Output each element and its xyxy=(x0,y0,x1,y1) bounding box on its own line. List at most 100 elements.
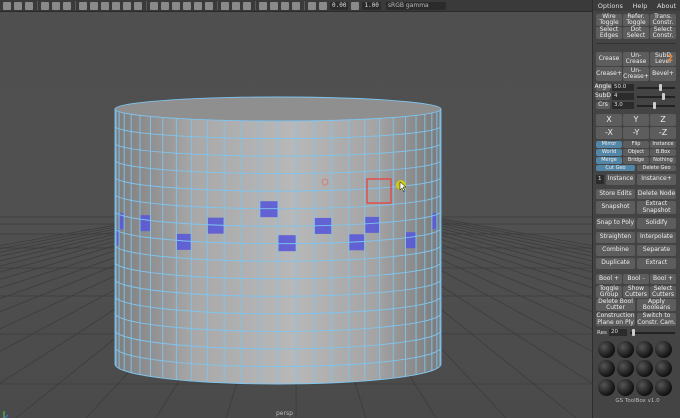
xray-icon[interactable] xyxy=(221,1,229,10)
backface-icon[interactable] xyxy=(243,1,251,10)
world-toggle[interactable]: World xyxy=(596,149,622,156)
duplicate-button[interactable]: Duplicate xyxy=(596,258,635,269)
instance-toggle[interactable]: Instance xyxy=(650,141,676,148)
axis-neg-x-button[interactable]: -X xyxy=(596,127,622,139)
axis-z-button[interactable]: Z xyxy=(650,114,676,126)
material-sphere-icon[interactable] xyxy=(617,360,634,377)
paint-tool-icon[interactable] xyxy=(25,1,33,10)
material-sphere-icon[interactable] xyxy=(598,379,615,396)
material-sphere-icon[interactable] xyxy=(617,379,634,396)
res-slider-handle[interactable] xyxy=(632,329,635,336)
select-constr-button[interactable]: Select Constr. xyxy=(650,26,676,39)
extract-button[interactable]: Extract xyxy=(637,258,676,269)
gamma-icon[interactable] xyxy=(351,1,360,10)
colorspace-dropdown[interactable]: sRGB gamma xyxy=(385,1,446,10)
bool-intersection-button[interactable]: Bool + xyxy=(650,274,676,284)
material-sphere-icon[interactable] xyxy=(655,341,672,358)
select-edges-button[interactable]: Select Edges xyxy=(596,26,622,39)
cut-geo-toggle[interactable]: Cut Geo xyxy=(596,165,635,171)
camera-icon[interactable] xyxy=(41,1,49,10)
axis-neg-y-button[interactable]: -Y xyxy=(623,127,649,139)
trans-constr-button[interactable]: Trans. Constr. xyxy=(650,13,676,26)
depth-of-field-icon[interactable] xyxy=(292,1,300,10)
film-gate-icon[interactable] xyxy=(90,1,98,10)
crs-slider-handle[interactable] xyxy=(653,102,656,109)
menu-help[interactable]: Help xyxy=(633,2,648,10)
interpolate-button[interactable]: Interpolate xyxy=(637,232,676,243)
refer-toggle-button[interactable]: Refer. Toggle xyxy=(623,13,649,26)
axis-x-button[interactable]: X xyxy=(596,114,622,126)
material-sphere-icon[interactable] xyxy=(636,379,653,396)
material-sphere-icon[interactable] xyxy=(636,341,653,358)
bevel-plus-button[interactable]: Bevel+ xyxy=(650,67,676,81)
instance-button[interactable]: Instance xyxy=(606,174,635,185)
gamma-field[interactable]: 1.00 xyxy=(362,1,381,10)
angle-slider-handle[interactable] xyxy=(659,84,662,91)
straighten-button[interactable]: Straighten xyxy=(596,232,635,243)
flip-toggle[interactable]: Flip xyxy=(623,141,649,148)
construction-plane-button[interactable]: Construction Plane on Ply xyxy=(596,312,635,326)
snapshot-button[interactable]: Snapshot xyxy=(596,201,635,214)
lasso-tool-icon[interactable] xyxy=(14,1,22,10)
wireframe-icon[interactable] xyxy=(150,1,158,10)
nothing-toggle[interactable]: Nothing xyxy=(650,157,676,164)
dot-select-button[interactable]: Dot Select xyxy=(623,26,649,39)
instance-plus-button[interactable]: Instance+ xyxy=(637,174,676,185)
material-sphere-icon[interactable] xyxy=(655,379,672,396)
bookmark-icon[interactable] xyxy=(52,1,60,10)
material-sphere-icon[interactable] xyxy=(617,341,634,358)
instance-count-field[interactable]: 1 xyxy=(596,175,604,184)
shadows-icon[interactable] xyxy=(205,1,213,10)
material-sphere-icon[interactable] xyxy=(598,341,615,358)
bool-difference-button[interactable]: Bool - xyxy=(623,274,649,284)
crease-plus-button[interactable]: Crease+ xyxy=(596,67,622,81)
axis-neg-z-button[interactable]: -Z xyxy=(650,127,676,139)
crs-field[interactable]: 3.0 xyxy=(612,102,634,109)
object-toggle[interactable]: Object xyxy=(623,149,649,156)
separate-button[interactable]: Separate xyxy=(637,245,676,256)
subd-slider-handle[interactable] xyxy=(662,93,665,100)
crease-button[interactable]: Crease xyxy=(596,52,622,66)
grid-icon[interactable] xyxy=(79,1,87,10)
viewport-canvas[interactable] xyxy=(0,12,592,418)
un-crease-plus-button[interactable]: Un-Crease+ xyxy=(623,67,649,81)
show-cutters-button[interactable]: Show Cutters xyxy=(623,285,649,298)
image-plane-icon[interactable] xyxy=(63,1,71,10)
angle-field[interactable]: 50.0 xyxy=(612,84,634,91)
menu-options[interactable]: Options xyxy=(598,2,623,10)
isolate-select-icon[interactable] xyxy=(308,1,316,10)
delete-node-button[interactable]: Delete Node xyxy=(637,189,676,199)
ambient-occlusion-icon[interactable] xyxy=(259,1,267,10)
wireframe-on-shaded-icon[interactable] xyxy=(172,1,180,10)
switch-constr-cam-button[interactable]: Switch to Constr. Cam. xyxy=(637,312,676,326)
material-sphere-icon[interactable] xyxy=(655,360,672,377)
antialiasing-icon[interactable] xyxy=(281,1,289,10)
select-tool-icon[interactable] xyxy=(3,1,11,10)
lights-icon[interactable] xyxy=(194,1,202,10)
apply-booleans-button[interactable]: Apply Booleans xyxy=(637,298,676,311)
safe-action-icon[interactable] xyxy=(134,1,142,10)
material-sphere-icon[interactable] xyxy=(636,360,653,377)
xray-joints-icon[interactable] xyxy=(232,1,240,10)
extract-snapshot-button[interactable]: Extract Snapshot xyxy=(637,200,676,214)
exposure-field[interactable]: 0.00 xyxy=(330,1,349,10)
textured-icon[interactable] xyxy=(183,1,191,10)
axis-y-button[interactable]: Y xyxy=(623,114,649,126)
material-sphere-icon[interactable] xyxy=(598,360,615,377)
crs-slider[interactable] xyxy=(637,105,675,107)
3d-viewport[interactable]: persp xyxy=(0,12,592,418)
store-edits-button[interactable]: Store Edits xyxy=(596,189,635,199)
combine-button[interactable]: Combine xyxy=(596,245,635,256)
select-cutters-button[interactable]: Select Cutters xyxy=(650,285,676,298)
exposure-icon[interactable] xyxy=(319,1,327,10)
gate-mask-icon[interactable] xyxy=(112,1,120,10)
snap-to-poly-button[interactable]: Snap to Poly xyxy=(596,218,635,229)
bridge-toggle[interactable]: Bridge xyxy=(623,157,649,164)
subd-slider[interactable] xyxy=(637,96,675,98)
angle-slider[interactable] xyxy=(637,87,675,89)
res-field[interactable]: 20 xyxy=(609,329,627,336)
wire-toggle-button[interactable]: Wire Toggle xyxy=(596,13,622,26)
motion-blur-icon[interactable] xyxy=(270,1,278,10)
merge-toggle[interactable]: Merge xyxy=(596,157,622,164)
bbox-toggle[interactable]: B.Box xyxy=(650,149,676,156)
